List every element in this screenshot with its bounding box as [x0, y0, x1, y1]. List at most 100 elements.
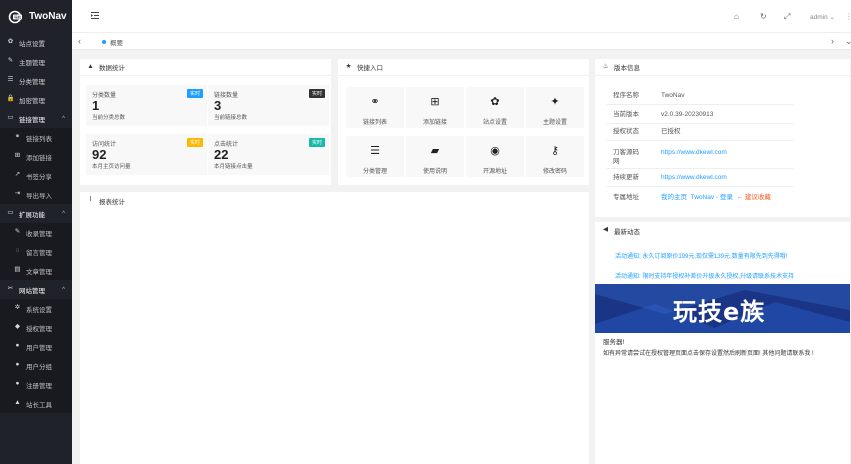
- sidebar-item-label: 站长工具: [26, 401, 52, 409]
- gear-icon: ✿: [7, 38, 14, 46]
- sidebar-item-label: 扩展功能: [19, 211, 45, 219]
- quick-entry-github[interactable]: ◉ 开源地址: [466, 136, 524, 177]
- news-item-1[interactable]: 活动通知: 永久订阅原价199元,现仅需139元,数量有限先到先得哦!: [615, 251, 787, 260]
- quick-entry-list[interactable]: ☰ 分类管理: [346, 136, 404, 177]
- tab-label: 概要: [110, 40, 123, 47]
- quick-card: ★ 快捷入口 ⚭ 链接列表 ⊞ 添加链接 ✿ 站点设置 ✦ 主题设置 ☰ 分类管理 ▰ 使用说明 ◉ 开源…: [338, 59, 589, 185]
- promo-banner[interactable]: 玩技e族: [595, 284, 850, 333]
- quick-entry-label: 修改密码: [542, 169, 567, 175]
- logo[interactable]: 导航 TwoNav: [0, 0, 72, 33]
- chart-icon: ⌇: [88, 196, 93, 204]
- sidebar-item-label: 用户管理: [26, 344, 52, 352]
- chevron-down-icon: ⌄: [829, 14, 835, 21]
- chevron-up-icon: ^: [62, 210, 65, 217]
- sidebar-item-label: 收录管理: [26, 230, 52, 238]
- version-links: 我的主页 TwoNav - 登录 ← 建议收藏: [661, 193, 771, 202]
- sidebar-item-16[interactable]: ● 用户管理: [0, 337, 72, 356]
- row-divider: [607, 123, 793, 124]
- stat-value: 22: [214, 147, 229, 162]
- sidebar-item-7[interactable]: ↗ 书签分享: [0, 166, 72, 185]
- version-row-link[interactable]: https://www.dkewl.com: [661, 173, 727, 182]
- bookmark-label: 建议收藏: [744, 194, 771, 201]
- sidebar-item-label: 分类管理: [19, 78, 45, 86]
- sidebar-item-13[interactable]: ✂ 网站管理 ^: [0, 280, 72, 299]
- sidebar-item-9[interactable]: ▭ 扩展功能 ^: [0, 204, 72, 223]
- sidebar-item-3[interactable]: 🔒 加密管理: [0, 90, 72, 109]
- quick-entry-gear[interactable]: ✿ 站点设置: [466, 87, 524, 128]
- quick-entry-link[interactable]: ⚭ 链接列表: [346, 87, 404, 128]
- sidebar-item-17[interactable]: ● 用户分组: [0, 356, 72, 375]
- version-row-key: 刀客源码网: [613, 149, 639, 165]
- github-icon: ◉: [490, 144, 500, 157]
- version-row-key: 授权状态: [613, 128, 639, 135]
- more-icon[interactable]: ⋮: [845, 12, 851, 21]
- sidebar-item-label: 注册管理: [26, 382, 52, 390]
- version-row: 程序名称 TwoNav: [613, 91, 788, 100]
- sidebar-item-label: 书签分享: [26, 173, 52, 181]
- link-icon: ⚭: [370, 95, 380, 108]
- user-name: admin: [810, 14, 828, 21]
- share-icon: ↗: [14, 171, 21, 179]
- row-divider: [607, 168, 793, 169]
- users-icon: ●: [15, 361, 20, 369]
- stat-badge: 实时: [308, 89, 325, 98]
- bookmark-link[interactable]: ← 建议收藏: [737, 194, 771, 201]
- diamond-icon: ◆: [15, 323, 20, 331]
- sidebar-item-18[interactable]: ● 注册管理: [0, 375, 72, 394]
- sidebar-item-1[interactable]: ✎ 主题管理: [0, 52, 72, 71]
- sidebar-item-11[interactable]: ◌ 留言管理: [0, 242, 72, 261]
- stat-badge: 实时: [308, 138, 325, 147]
- tab-left-arrow-icon[interactable]: ‹: [78, 36, 81, 46]
- quick-entry-key[interactable]: ⚷ 修改密码: [526, 136, 584, 177]
- tab-right-arrow-icon[interactable]: ›: [831, 36, 834, 46]
- sidebar-item-label: 网站管理: [19, 287, 45, 295]
- version-row-key: 程序名称: [613, 92, 639, 99]
- fire-icon: ♨: [602, 62, 609, 70]
- sidebar-item-label: 加密管理: [19, 97, 45, 105]
- quick-entry-plus-square[interactable]: ⊞ 添加链接: [406, 87, 464, 128]
- version-row: 持续更新 https://www.dkewl.com: [613, 173, 788, 182]
- sidebar-item-8[interactable]: ⇥ 导出导入: [0, 185, 72, 204]
- top-header: ⌂ ↻ ⤢ admin ⌄ ⋮: [72, 0, 851, 33]
- menu-toggle-icon[interactable]: [91, 12, 99, 19]
- user-menu[interactable]: admin ⌄: [810, 13, 835, 21]
- sidebar-item-5[interactable]: ⚭ 链接列表: [0, 128, 72, 147]
- stat-desc: 本月链接点击量: [214, 164, 253, 170]
- fullscreen-icon[interactable]: ⤢: [784, 12, 790, 22]
- version-row-link[interactable]: https://www.dkewl.com: [661, 148, 727, 166]
- sidebar-item-10[interactable]: ✎ 收录管理: [0, 223, 72, 242]
- sidebar-item-label: 文章管理: [26, 268, 52, 276]
- quick-entry-magic-wand[interactable]: ✦ 主题设置: [526, 87, 584, 128]
- my-home-link[interactable]: 我的主页: [661, 194, 687, 201]
- sidebar-item-4[interactable]: ▭ 链接管理 ^: [0, 109, 72, 128]
- news-card-header: ◀ 最新动态: [595, 222, 850, 239]
- home-icon[interactable]: ⌂: [734, 12, 739, 21]
- sidebar-item-19[interactable]: ▲ 站长工具: [0, 394, 72, 413]
- news-item-2[interactable]: 活动通知: 限时支持年授权补差价升级永久授权,升级请联系技术支持: [615, 271, 794, 280]
- cogs-icon: ✲: [14, 304, 21, 312]
- report-card: ⌇ 报表统计: [80, 192, 589, 464]
- sidebar-item-6[interactable]: ⊞ 添加链接: [0, 147, 72, 166]
- sidebar-item-0[interactable]: ✿ 站点设置: [0, 33, 72, 52]
- refresh-icon[interactable]: ↻: [760, 12, 767, 21]
- quick-entry-label: 添加链接: [422, 120, 447, 126]
- quick-card-header: ★ 快捷入口: [338, 59, 589, 76]
- quick-entry-book[interactable]: ▰ 使用说明: [406, 136, 464, 177]
- row-divider: [607, 140, 793, 141]
- quick-entry-label: 分类管理: [362, 169, 387, 175]
- version-links-row: 专属地址 我的主页 TwoNav - 登录 ← 建议收藏: [613, 193, 813, 202]
- key-icon: ⚷: [550, 144, 560, 157]
- sidebar-item-label: 添加链接: [26, 154, 52, 162]
- bullhorn-icon: ◀: [603, 226, 608, 234]
- sidebar-item-12[interactable]: ▤ 文章管理: [0, 261, 72, 280]
- stats-card: ▲ 数据统计 分类数量 实时 1 当前分类总数 链接数量 实时 3 当前链接总数 访问统计 实时 9…: [80, 59, 331, 185]
- arrow-left-icon: ←: [736, 194, 745, 201]
- sidebar-item-2[interactable]: ☰ 分类管理: [0, 71, 72, 90]
- stat-desc: 本月主页访问量: [92, 164, 131, 170]
- sidebar-item-15[interactable]: ◆ 授权管理: [0, 318, 72, 337]
- tab-overview[interactable]: 概要: [102, 37, 123, 47]
- login-link[interactable]: TwoNav - 登录: [691, 194, 733, 201]
- sidebar-item-label: 导出导入: [26, 192, 52, 200]
- tab-menu-arrow-icon[interactable]: ⌄: [845, 36, 851, 47]
- sidebar-item-14[interactable]: ✲ 系统设置: [0, 299, 72, 318]
